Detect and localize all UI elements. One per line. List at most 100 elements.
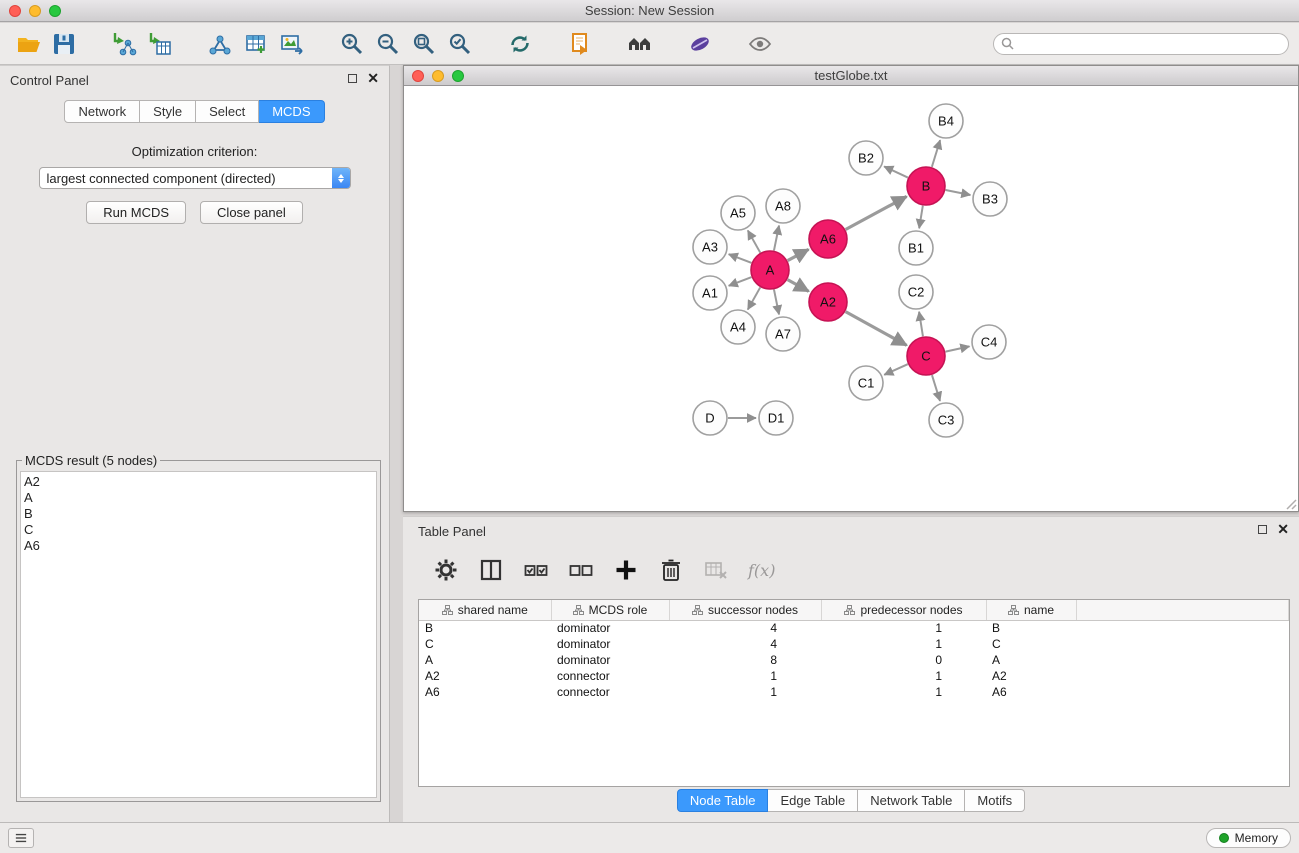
- table-cell[interactable]: 1: [821, 620, 986, 636]
- import-table-icon[interactable]: [142, 27, 178, 61]
- task-history-button[interactable]: [8, 828, 34, 848]
- mcds-result-item[interactable]: C: [24, 522, 376, 538]
- zoom-out-icon[interactable]: [370, 27, 406, 61]
- tab-mcds[interactable]: MCDS: [259, 100, 324, 123]
- node-D[interactable]: D: [693, 401, 727, 435]
- close-table-panel-icon[interactable]: ✕: [1277, 524, 1289, 534]
- edge-A-A4[interactable]: [748, 287, 760, 309]
- show-hide-icon[interactable]: [742, 27, 778, 61]
- table-cell[interactable]: A2: [419, 668, 551, 684]
- import-network-icon[interactable]: [106, 27, 142, 61]
- export-image-icon[interactable]: [274, 27, 310, 61]
- edge-B-B3[interactable]: [946, 190, 971, 195]
- table-cell[interactable]: C: [419, 636, 551, 652]
- table-cell[interactable]: C: [986, 636, 1076, 652]
- column-header-predecessor-nodes[interactable]: predecessor nodes: [821, 600, 986, 620]
- table-cell[interactable]: A2: [986, 668, 1076, 684]
- tab-style[interactable]: Style: [140, 100, 196, 123]
- edge-A-A6[interactable]: [788, 249, 809, 260]
- table-columns-icon[interactable]: [478, 557, 504, 583]
- table-row[interactable]: Cdominator41C: [419, 636, 1289, 652]
- refresh-layout-icon[interactable]: [502, 27, 538, 61]
- edge-A-A5[interactable]: [748, 230, 760, 252]
- table-cell[interactable]: 1: [669, 668, 821, 684]
- node-A8[interactable]: A8: [766, 189, 800, 223]
- select-all-icon[interactable]: [523, 557, 549, 583]
- table-cell[interactable]: A: [986, 652, 1076, 668]
- close-panel-icon[interactable]: ✕: [367, 73, 379, 83]
- table-cell[interactable]: dominator: [551, 620, 669, 636]
- table-cell[interactable]: 4: [669, 620, 821, 636]
- table-cell[interactable]: B: [419, 620, 551, 636]
- open-file-icon[interactable]: [10, 27, 46, 61]
- duplicate-network-icon[interactable]: [562, 27, 598, 61]
- table-cell[interactable]: 1: [821, 684, 986, 700]
- new-network-icon[interactable]: [202, 27, 238, 61]
- edge-A-A2[interactable]: [788, 280, 809, 292]
- table-row[interactable]: Bdominator41B: [419, 620, 1289, 636]
- tab-motifs[interactable]: Motifs: [965, 789, 1025, 812]
- mcds-result-item[interactable]: A: [24, 490, 376, 506]
- column-header-mcds-role[interactable]: MCDS role: [551, 600, 669, 620]
- delete-table-icon[interactable]: [703, 557, 729, 583]
- node-B[interactable]: B: [907, 167, 945, 205]
- table-cell[interactable]: dominator: [551, 636, 669, 652]
- node-A1[interactable]: A1: [693, 276, 727, 310]
- column-header-successor-nodes[interactable]: successor nodes: [669, 600, 821, 620]
- table-cell[interactable]: B: [986, 620, 1076, 636]
- node-C[interactable]: C: [907, 337, 945, 375]
- table-cell[interactable]: 0: [821, 652, 986, 668]
- mcds-result-item[interactable]: B: [24, 506, 376, 522]
- edge-C-C4[interactable]: [946, 346, 970, 351]
- table-cell[interactable]: A6: [986, 684, 1076, 700]
- save-session-icon[interactable]: [46, 27, 82, 61]
- edge-A6-B[interactable]: [846, 196, 907, 229]
- table-cell[interactable]: 1: [821, 668, 986, 684]
- node-C4[interactable]: C4: [972, 325, 1006, 359]
- edge-C-C2[interactable]: [919, 312, 923, 336]
- close-window-button[interactable]: [9, 5, 21, 17]
- delete-row-icon[interactable]: [658, 557, 684, 583]
- edge-A-A3[interactable]: [729, 254, 752, 263]
- tab-edge-table[interactable]: Edge Table: [768, 789, 858, 812]
- zoom-in-icon[interactable]: [334, 27, 370, 61]
- mcds-result-item[interactable]: A6: [24, 538, 376, 554]
- node-A4[interactable]: A4: [721, 310, 755, 344]
- node-D1[interactable]: D1: [759, 401, 793, 435]
- node-B1[interactable]: B1: [899, 231, 933, 265]
- column-header-shared-name[interactable]: shared name: [419, 600, 551, 620]
- column-header-name[interactable]: name: [986, 600, 1076, 620]
- node-B4[interactable]: B4: [929, 104, 963, 138]
- search-input[interactable]: [1014, 35, 1288, 53]
- network-canvas[interactable]: B4B2BB3A5A8A6B1A3AA1C2A2A4A7C4CC1C3DD1: [404, 86, 1298, 511]
- node-C3[interactable]: C3: [929, 403, 963, 437]
- node-A6[interactable]: A6: [809, 220, 847, 258]
- resize-grip-icon[interactable]: [1283, 496, 1297, 510]
- table-cell[interactable]: 4: [669, 636, 821, 652]
- edge-B-B4[interactable]: [932, 140, 940, 167]
- run-mcds-button[interactable]: Run MCDS: [86, 201, 186, 224]
- edge-A-A8[interactable]: [774, 226, 779, 251]
- network-minimize-button[interactable]: [432, 70, 444, 82]
- new-table-icon[interactable]: [238, 27, 274, 61]
- node-C2[interactable]: C2: [899, 275, 933, 309]
- analyzer-icon[interactable]: [682, 27, 718, 61]
- table-row[interactable]: A2connector11A2: [419, 668, 1289, 684]
- criterion-dropdown[interactable]: largest connected component (directed): [39, 167, 351, 189]
- float-table-panel-icon[interactable]: [1258, 525, 1267, 534]
- table-cell[interactable]: connector: [551, 668, 669, 684]
- first-neighbors-icon[interactable]: [622, 27, 658, 61]
- edge-C-C1[interactable]: [884, 364, 908, 375]
- node-table-container[interactable]: shared nameMCDS rolesuccessor nodesprede…: [418, 599, 1290, 787]
- edge-B-B1[interactable]: [919, 206, 923, 229]
- search-field[interactable]: [993, 33, 1289, 55]
- network-graph[interactable]: B4B2BB3A5A8A6B1A3AA1C2A2A4A7C4CC1C3DD1: [404, 86, 1298, 510]
- table-cell[interactable]: 1: [669, 684, 821, 700]
- table-cell[interactable]: connector: [551, 684, 669, 700]
- float-panel-icon[interactable]: [348, 74, 357, 83]
- zoom-selected-icon[interactable]: [442, 27, 478, 61]
- tab-network-table[interactable]: Network Table: [858, 789, 965, 812]
- network-close-button[interactable]: [412, 70, 424, 82]
- tab-network[interactable]: Network: [64, 100, 140, 123]
- network-maximize-button[interactable]: [452, 70, 464, 82]
